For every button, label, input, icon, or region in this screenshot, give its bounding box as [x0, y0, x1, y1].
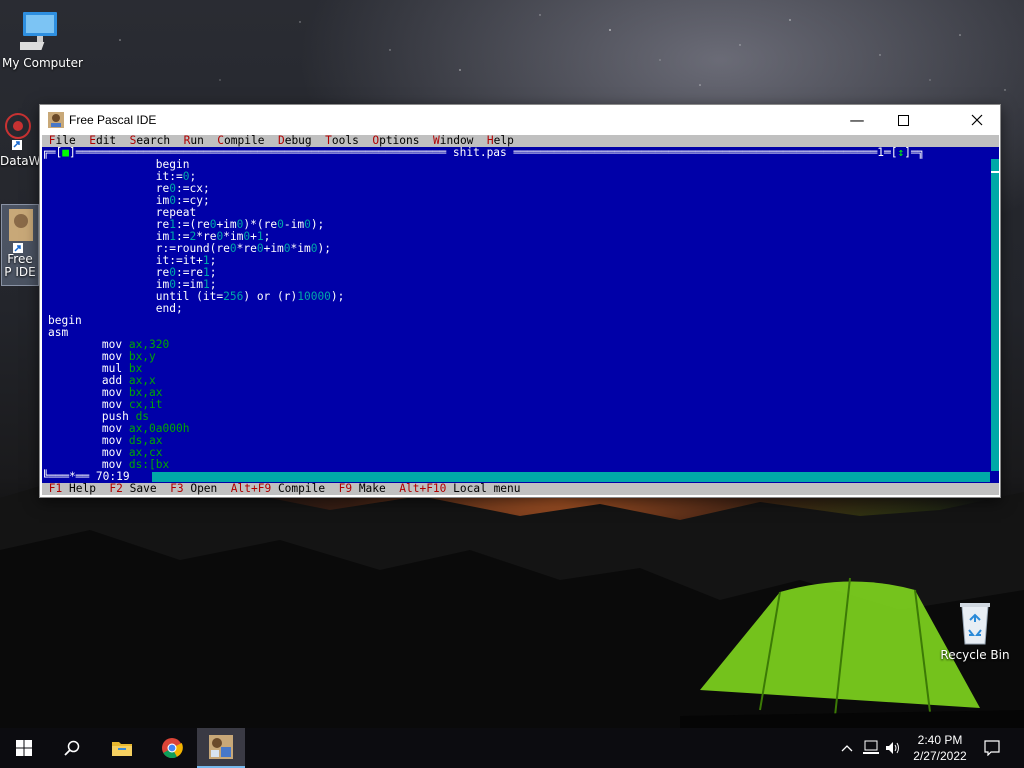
desktop-icon-label: DataW	[0, 154, 41, 168]
minimize-button[interactable]: —	[834, 105, 880, 135]
tray-show-hidden[interactable]	[838, 728, 856, 768]
taskbar-chrome[interactable]	[148, 728, 196, 768]
close-button[interactable]	[954, 105, 1000, 135]
free-pascal-icon	[209, 735, 233, 759]
clock-date: 2/27/2022	[913, 749, 967, 763]
minimize-icon: —	[849, 111, 865, 129]
computer-icon	[20, 12, 57, 50]
status-open[interactable]: F3 Open	[170, 482, 217, 495]
editor-window[interactable]: ╔═[■]═══════════════════════════════════…	[42, 147, 999, 483]
clock-time: 2:40 PM	[917, 733, 963, 747]
free-pascal-icon	[9, 209, 33, 253]
editor-frame-top: ╔═[■]═══════════════════════════════════…	[42, 146, 925, 159]
editor-zoom-box[interactable]: ↕	[897, 146, 904, 159]
start-button[interactable]	[0, 728, 48, 768]
window-titlebar[interactable]: Free Pascal IDE —	[40, 105, 1000, 135]
dataw-icon	[5, 113, 31, 150]
editor-filename: shit.pas	[452, 146, 507, 159]
taskbar-clock[interactable]: 2:40 PM 2/27/2022	[900, 732, 980, 764]
code-area[interactable]: begin it:=0; re0:=cx; im0:=cy; repeat re…	[48, 159, 988, 471]
chrome-icon	[162, 738, 183, 759]
desktop-icon-dataw[interactable]: DataW	[0, 110, 41, 168]
windows-logo-icon	[16, 740, 32, 756]
window-title: Free Pascal IDE	[69, 113, 157, 127]
chevron-up-icon	[841, 745, 853, 752]
desktop-icon-my-computer[interactable]: My Computer	[2, 10, 83, 70]
horizontal-scrollbar[interactable]	[152, 472, 990, 482]
taskbar-file-explorer[interactable]	[98, 728, 146, 768]
action-center-button[interactable]	[980, 728, 1004, 768]
taskbar: 2:40 PM 2/27/2022	[0, 728, 1024, 768]
close-icon	[971, 114, 983, 126]
status-local-menu[interactable]: Alt+F10 Local menu	[399, 482, 520, 495]
search-button[interactable]	[48, 728, 96, 768]
notification-icon	[984, 740, 1000, 756]
desktop-icon-label: My Computer	[2, 56, 83, 70]
desktop-icon-label: Free P IDE	[4, 252, 36, 279]
network-icon	[863, 740, 879, 754]
taskbar-free-pascal[interactable]	[197, 728, 245, 768]
desktop-icon-label: Recycle Bin	[940, 648, 1010, 662]
tray-network[interactable]	[860, 728, 882, 768]
ide-statusbar: F1 Help F2 Save F3 Open Alt+F9 Compile F…	[42, 483, 999, 495]
status-make[interactable]: F9 Make	[339, 482, 386, 495]
folder-icon	[112, 742, 132, 756]
wallpaper-landscape	[0, 480, 1024, 728]
ide-window[interactable]: Free Pascal IDE — File Edit Search Run C…	[39, 104, 1001, 498]
editor-close-box[interactable]: ■	[62, 146, 69, 159]
editor-window-number: 1	[877, 146, 884, 159]
maximize-icon	[897, 114, 909, 126]
search-icon	[64, 740, 80, 756]
status-save[interactable]: F2 Save	[109, 482, 156, 495]
desktop-icon-free-pascal[interactable]: Free P IDE	[1, 204, 39, 286]
turbo-vision-screen: File Edit Search Run Compile Debug Tools…	[42, 135, 999, 495]
desktop-icon-recycle-bin[interactable]: Recycle Bin	[940, 600, 1010, 662]
free-pascal-app-icon	[48, 112, 64, 128]
recycle-bin-icon	[960, 603, 990, 645]
status-help[interactable]: F1 Help	[49, 482, 96, 495]
vertical-scrollbar[interactable]	[991, 159, 999, 471]
scroll-up-arrow[interactable]	[991, 159, 999, 173]
status-compile[interactable]: Alt+F9 Compile	[231, 482, 325, 495]
maximize-button[interactable]	[880, 105, 926, 135]
